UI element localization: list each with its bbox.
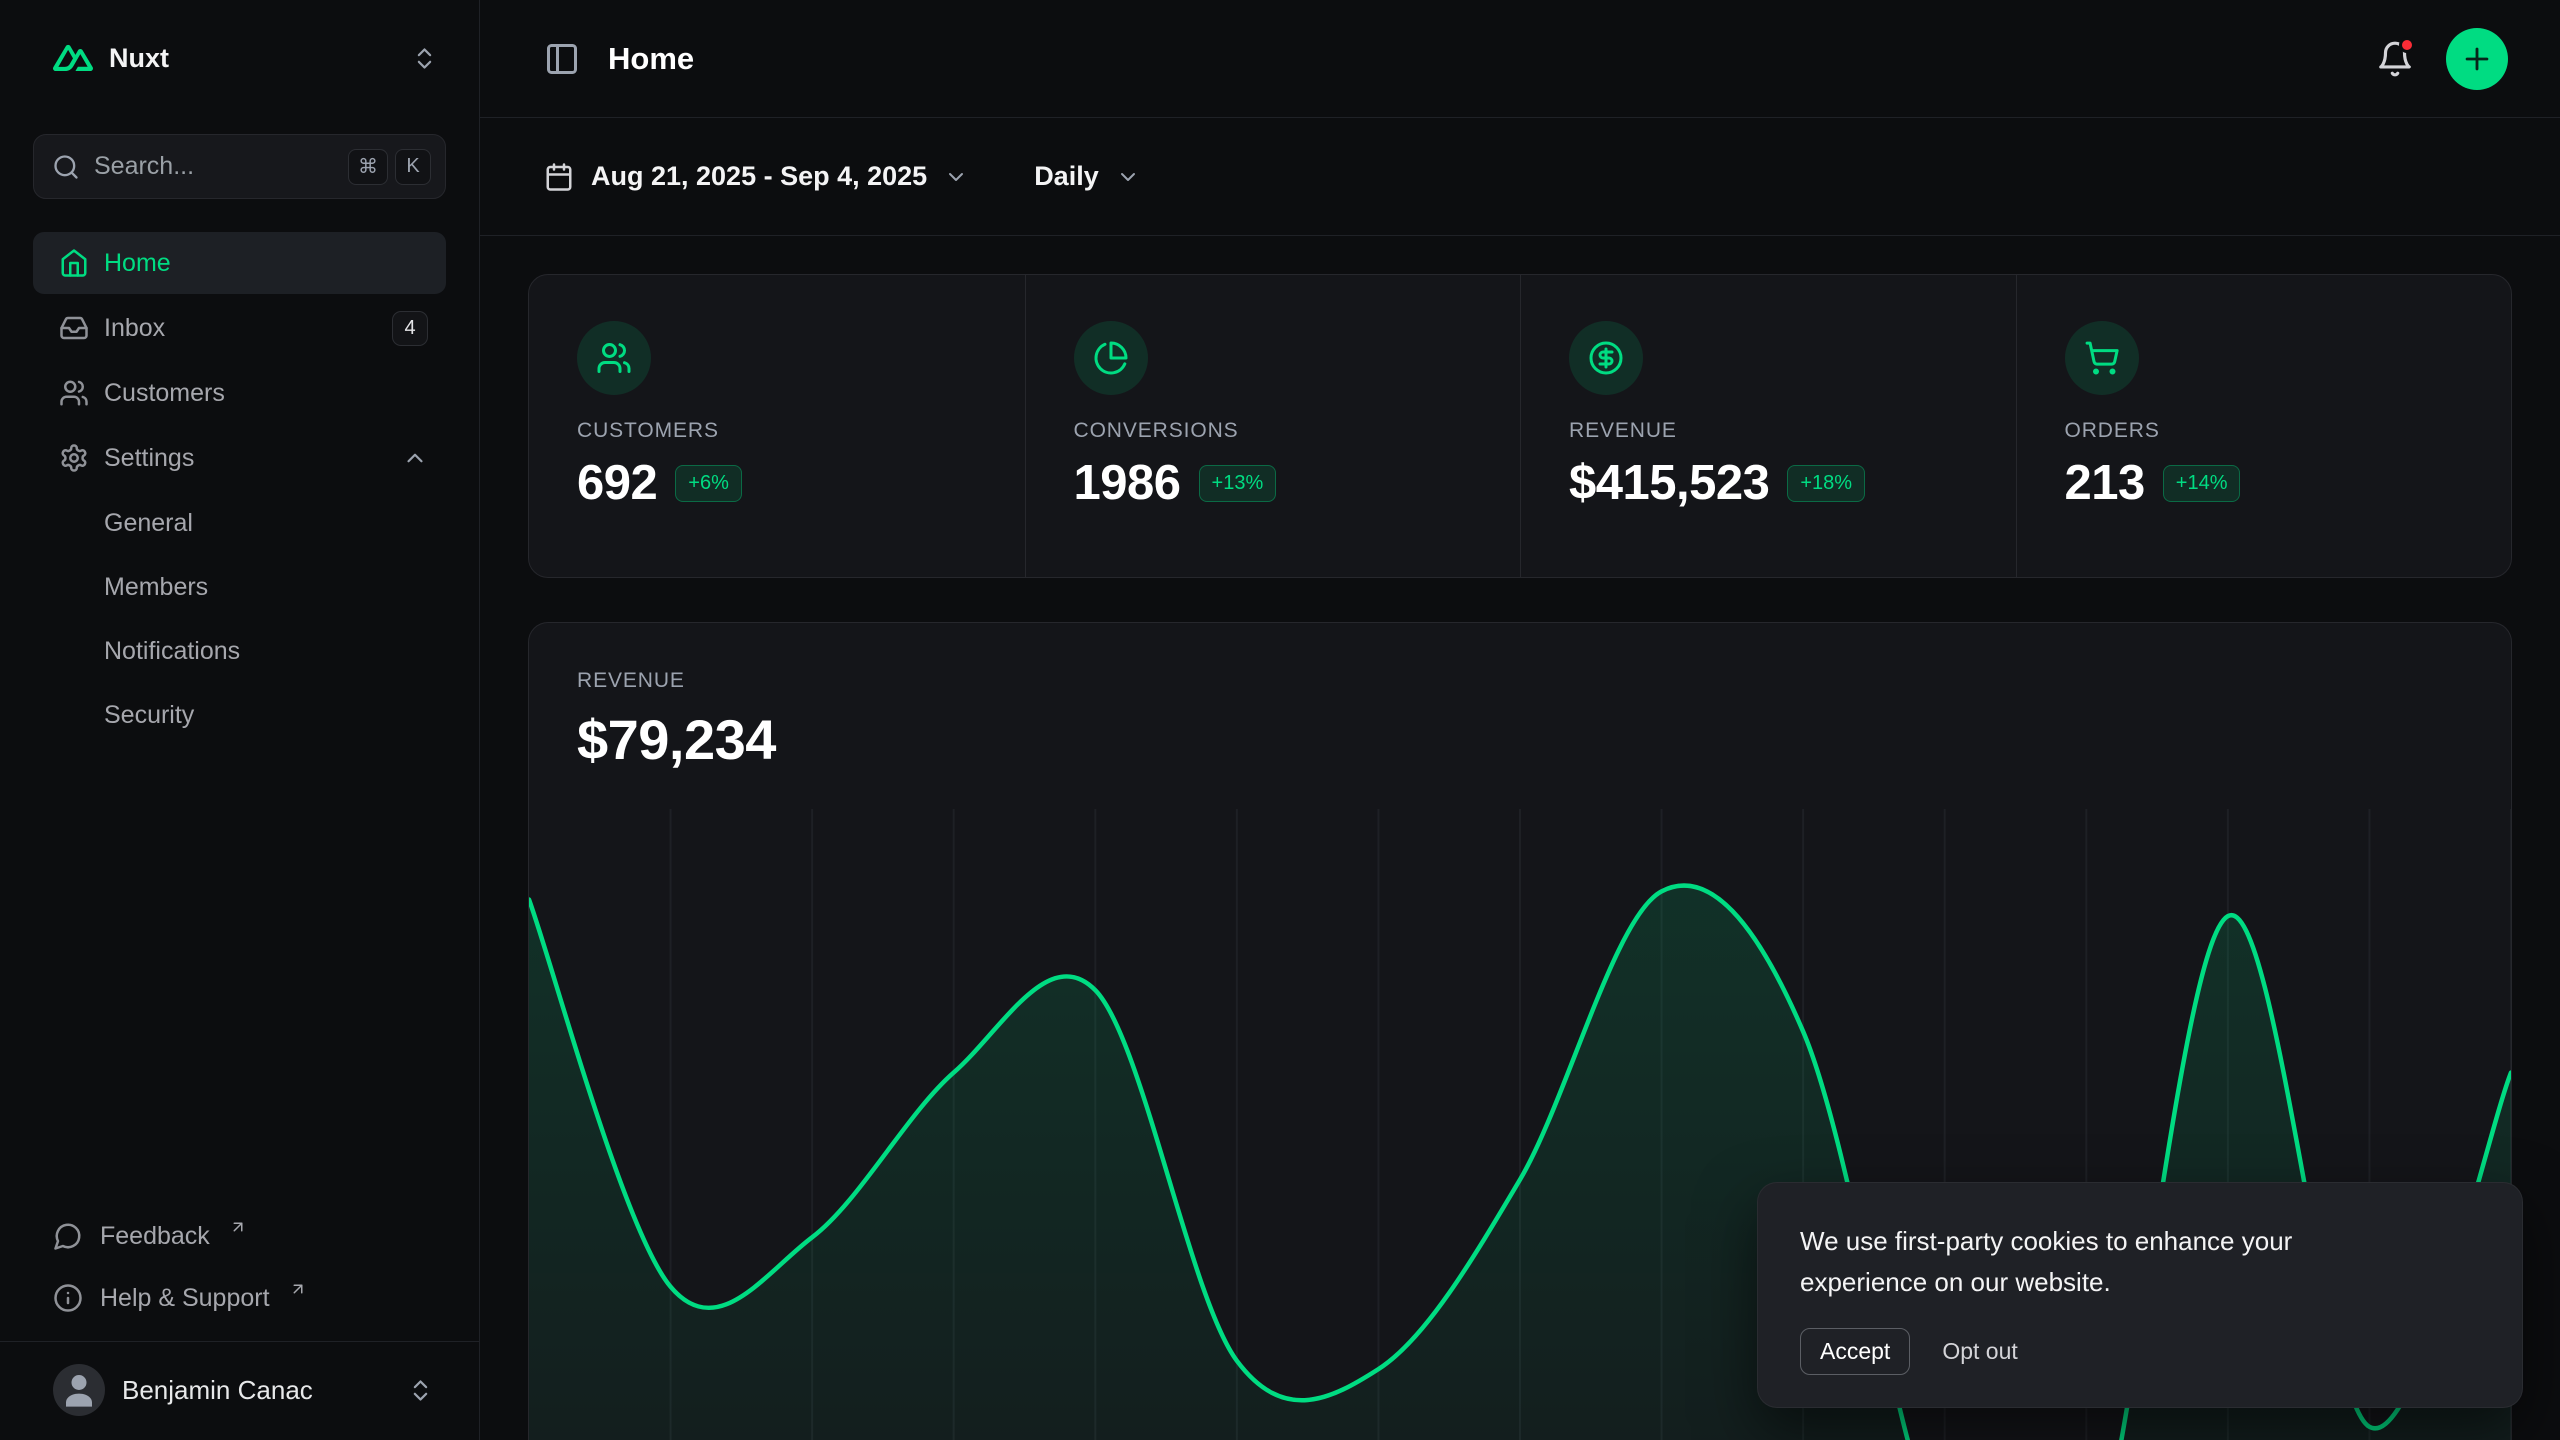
sidebar-item-label: Settings	[104, 444, 194, 473]
external-link-icon	[229, 1218, 247, 1236]
inbox-icon	[59, 313, 89, 343]
stat-value: 692	[577, 455, 657, 511]
chevron-up-icon	[402, 445, 428, 471]
workspace-name: Nuxt	[109, 43, 169, 74]
sidebar-item-home[interactable]: Home	[33, 232, 446, 294]
user-name: Benjamin Canac	[122, 1375, 313, 1406]
feedback-link[interactable]: Feedback	[33, 1205, 446, 1267]
stat-delta-badge: +6%	[675, 465, 742, 502]
sidebar-item-notifications[interactable]: Notifications	[33, 620, 446, 682]
chevrons-up-down-icon	[407, 1377, 434, 1404]
kbd-k: K	[395, 149, 431, 185]
info-circle-icon	[53, 1283, 83, 1313]
dollar-circle-icon	[1569, 321, 1643, 395]
stat-label: ORDERS	[2065, 419, 2464, 443]
stat-revenue: REVENUE $415,523 +18%	[1520, 275, 2016, 577]
workspace-switcher[interactable]: Nuxt	[33, 26, 446, 90]
interval-label: Daily	[1034, 161, 1099, 192]
notification-dot	[2399, 37, 2415, 53]
sidebar-child-label: Security	[104, 701, 194, 730]
search-shortcut: ⌘ K	[348, 149, 431, 185]
opt-out-button[interactable]: Opt out	[1942, 1338, 2017, 1365]
sidebar-item-label: Home	[104, 249, 171, 278]
topbar-actions	[2376, 28, 2508, 90]
user-menu[interactable]: Benjamin Canac	[33, 1358, 446, 1422]
sidebar-item-settings[interactable]: Settings	[33, 427, 446, 489]
nuxt-logo-icon	[53, 38, 93, 78]
gear-icon	[59, 443, 89, 473]
sidebar-item-inbox[interactable]: Inbox 4	[33, 297, 446, 359]
search-field[interactable]	[94, 152, 334, 181]
stat-value: $415,523	[1569, 455, 1769, 511]
stat-delta-badge: +13%	[1199, 465, 1277, 502]
users-icon	[59, 378, 89, 408]
chevrons-up-down-icon	[411, 45, 438, 72]
chevron-down-icon	[944, 165, 968, 189]
stat-value: 1986	[1074, 455, 1181, 511]
revenue-chart-header: REVENUE $79,234	[529, 623, 2511, 772]
stat-delta-badge: +14%	[2163, 465, 2241, 502]
stat-orders: ORDERS 213 +14%	[2016, 275, 2512, 577]
revenue-chart-title: REVENUE	[577, 669, 2463, 693]
notifications-button[interactable]	[2376, 40, 2414, 78]
chevron-down-icon	[1116, 165, 1140, 189]
feedback-label: Feedback	[100, 1222, 210, 1251]
stats-panel: CUSTOMERS 692 +6% CONVERSIONS 1986 +13%	[528, 274, 2512, 578]
date-range-picker[interactable]: Aug 21, 2025 - Sep 4, 2025	[544, 161, 968, 192]
sidebar-footer: Feedback Help & Support	[33, 1205, 446, 1440]
cart-icon	[2065, 321, 2139, 395]
date-range-label: Aug 21, 2025 - Sep 4, 2025	[591, 161, 927, 192]
external-link-icon	[289, 1280, 307, 1298]
kbd-meta: ⌘	[348, 149, 388, 185]
stat-label: CUSTOMERS	[577, 419, 977, 443]
stat-delta-badge: +18%	[1787, 465, 1865, 502]
cookie-banner: We use first-party cookies to enhance yo…	[1757, 1182, 2523, 1408]
stat-conversions: CONVERSIONS 1986 +13%	[1025, 275, 1521, 577]
help-support-link[interactable]: Help & Support	[33, 1267, 446, 1329]
sidebar-item-members[interactable]: Members	[33, 556, 446, 618]
stat-customers: CUSTOMERS 692 +6%	[529, 275, 1025, 577]
sidebar-item-label: Customers	[104, 379, 225, 408]
sidebar-child-label: General	[104, 509, 193, 538]
chat-bubble-icon	[53, 1221, 83, 1251]
add-button[interactable]	[2446, 28, 2508, 90]
sidebar-item-customers[interactable]: Customers	[33, 362, 446, 424]
stat-label: REVENUE	[1569, 419, 1968, 443]
sidebar: Nuxt ⌘ K Home	[0, 0, 480, 1440]
user-section: Benjamin Canac	[0, 1341, 479, 1440]
cookie-actions: Accept Opt out	[1800, 1328, 2480, 1375]
panel-left-icon[interactable]	[544, 41, 580, 77]
sidebar-item-security[interactable]: Security	[33, 684, 446, 746]
stat-value: 213	[2065, 455, 2145, 511]
search-input[interactable]: ⌘ K	[33, 134, 446, 199]
plus-icon	[2460, 42, 2494, 76]
page-title: Home	[608, 41, 694, 77]
filter-bar: Aug 21, 2025 - Sep 4, 2025 Daily	[480, 118, 2560, 236]
search-icon	[52, 153, 80, 181]
sidebar-item-label: Inbox	[104, 314, 165, 343]
revenue-chart-value: $79,234	[577, 707, 2463, 772]
avatar	[53, 1364, 105, 1416]
sidebar-child-label: Notifications	[104, 637, 240, 666]
home-icon	[59, 248, 89, 278]
app-root: Nuxt ⌘ K Home	[0, 0, 2560, 1440]
top-navbar: Home	[480, 0, 2560, 118]
stat-label: CONVERSIONS	[1074, 419, 1473, 443]
help-support-label: Help & Support	[100, 1284, 270, 1313]
pie-chart-icon	[1074, 321, 1148, 395]
sidebar-item-general[interactable]: General	[33, 492, 446, 554]
accept-button[interactable]: Accept	[1800, 1328, 1910, 1375]
cookie-message: We use first-party cookies to enhance yo…	[1800, 1221, 2360, 1302]
users-icon	[577, 321, 651, 395]
sidebar-child-label: Members	[104, 573, 208, 602]
inbox-count-badge: 4	[392, 311, 428, 346]
calendar-icon	[544, 162, 574, 192]
interval-select[interactable]: Daily	[1034, 161, 1140, 192]
sidebar-nav: Home Inbox 4 Customers Settings	[33, 232, 446, 748]
